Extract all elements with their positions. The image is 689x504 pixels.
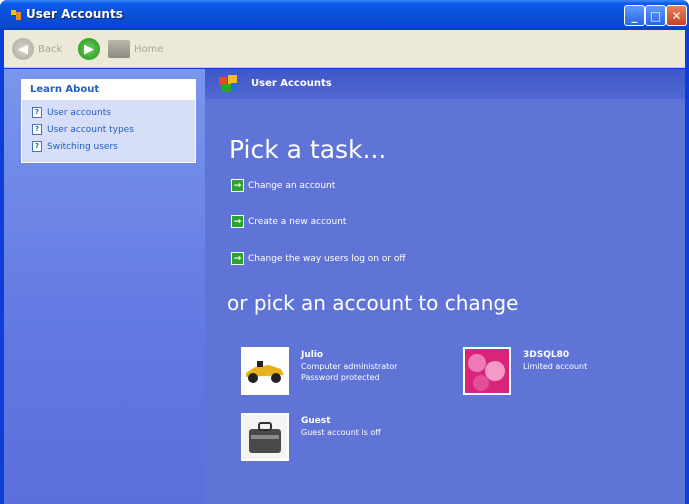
close-button[interactable]: ✕: [666, 5, 687, 26]
help-icon: ?: [32, 124, 42, 135]
account-julio[interactable]: Julio Computer administrator Password pr…: [241, 347, 397, 395]
learn-item-user-account-types[interactable]: ? User account types: [22, 121, 195, 138]
learn-item-label: User account types: [47, 124, 134, 135]
account-status: Guest account is off: [301, 428, 381, 437]
minimize-button[interactable]: _: [624, 5, 645, 26]
learn-about-heading: Learn About: [22, 80, 195, 100]
flower-avatar-icon: [465, 349, 509, 393]
learn-about-box: Learn About ? User accounts ? User accou…: [21, 79, 196, 163]
task-label: Change the way users log on or off: [248, 253, 406, 264]
main-pane: User Accounts Pick a task... → Change an…: [205, 69, 685, 504]
main-header: User Accounts: [205, 69, 685, 99]
account-name: Julio: [301, 350, 324, 360]
user-accounts-icon: [11, 10, 21, 20]
account-name: 3DSQL80: [523, 350, 570, 360]
home-icon: [108, 40, 130, 58]
account-type: Computer administrator: [301, 362, 398, 371]
avatar: [463, 347, 511, 395]
title-bar[interactable]: User Accounts _ □ ✕: [0, 0, 689, 30]
account-name: Guest: [301, 416, 331, 426]
avatar: [241, 347, 289, 395]
account-3dsql80[interactable]: 3DSQL80 Limited account: [463, 347, 587, 395]
back-arrow-icon: ◀: [12, 38, 34, 60]
back-label: Back: [38, 43, 63, 55]
help-icon: ?: [32, 141, 42, 152]
task-pane: Learn About ? User accounts ? User accou…: [4, 69, 205, 504]
avatar: [241, 413, 289, 461]
learn-item-label: Switching users: [47, 141, 118, 152]
content-area: Learn About ? User accounts ? User accou…: [4, 69, 685, 504]
home-button[interactable]: Home: [108, 37, 164, 61]
briefcase-avatar-icon: [243, 415, 287, 459]
account-status: Password protected: [301, 373, 380, 382]
pick-task-heading: Pick a task...: [229, 135, 387, 164]
green-arrow-icon: →: [231, 215, 244, 228]
task-label: Create a new account: [248, 216, 347, 227]
car-avatar-icon: [243, 349, 287, 393]
home-label: Home: [134, 43, 164, 55]
pick-account-heading: or pick an account to change: [227, 291, 519, 315]
account-info: Julio Computer administrator Password pr…: [301, 350, 397, 395]
forward-button[interactable]: ▶: [78, 37, 100, 61]
window-title: User Accounts: [26, 7, 123, 21]
green-arrow-icon: →: [231, 179, 244, 192]
learn-item-label: User accounts: [47, 107, 111, 118]
task-label: Change an account: [248, 180, 336, 191]
task-change-account[interactable]: → Change an account: [231, 179, 335, 192]
maximize-button[interactable]: □: [645, 5, 666, 26]
account-type: Limited account: [523, 362, 588, 371]
back-button[interactable]: ◀ Back: [12, 37, 62, 61]
account-guest[interactable]: Guest Guest account is off: [241, 413, 381, 461]
account-info: 3DSQL80 Limited account: [523, 350, 587, 395]
forward-arrow-icon: ▶: [78, 38, 100, 60]
main-header-title: User Accounts: [251, 78, 332, 89]
task-change-logon[interactable]: → Change the way users log on or off: [231, 252, 406, 265]
user-accounts-window: User Accounts _ □ ✕ ◀ Back ▶ Home Learn …: [0, 0, 689, 504]
learn-item-switching-users[interactable]: ? Switching users: [22, 138, 195, 155]
toolbar: ◀ Back ▶ Home: [4, 30, 685, 68]
learn-item-user-accounts[interactable]: ? User accounts: [22, 104, 195, 121]
green-arrow-icon: →: [231, 252, 244, 265]
account-info: Guest Guest account is off: [301, 416, 381, 461]
help-icon: ?: [32, 107, 42, 118]
task-create-account[interactable]: → Create a new account: [231, 215, 346, 228]
user-accounts-logo-icon: [219, 75, 238, 92]
